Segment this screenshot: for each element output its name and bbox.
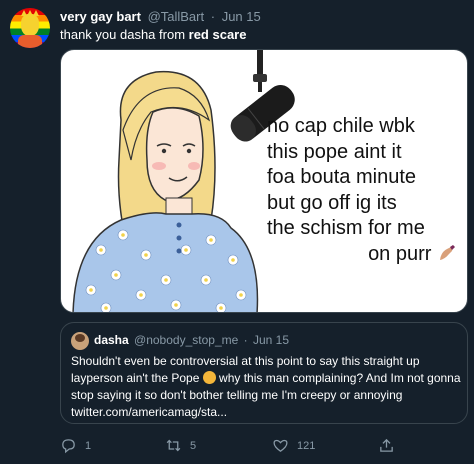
reply-icon [62,439,75,454]
quoted-text: Shouldn't even be controversial at this … [71,353,463,421]
tweet-text-bold: red scare [188,27,247,42]
meme-line: but go off ig its [267,191,397,214]
reply-button[interactable]: 1 [60,437,91,454]
meme-caption: no cap chile wbk this pope aint it foa b… [267,114,457,267]
retweet-button[interactable]: 5 [165,437,196,454]
tweet-text-prefix: thank you dasha from [60,27,189,42]
tweet-header: very gay bart @TallBart · Jun 15 [60,9,261,24]
retweet-icon [166,439,181,452]
handle[interactable]: @TallBart [148,9,205,24]
separator: · [210,9,216,24]
tweet-avatar[interactable] [10,8,50,48]
quoted-separator: · [243,333,248,347]
meme-line: this pope aint it [267,140,402,163]
quoted-handle[interactable]: @nobody_stop_me [134,333,238,347]
share-button[interactable] [378,437,395,454]
reply-count: 1 [85,439,92,452]
like-count: 121 [297,439,316,452]
meme-line: foa bouta minute [267,166,416,188]
quoted-header: dasha @nobody_stop_me · Jun 15 [94,333,289,347]
quoted-avatar[interactable] [71,332,89,350]
girl-illustration [72,70,259,312]
heart-icon [273,439,288,452]
tweet-image[interactable]: no cap chile wbk this pope aint it foa b… [60,49,468,313]
quoted-link[interactable]: twitter.com/americamag/sta... [71,405,227,419]
meme-line: no cap chile wbk [267,115,415,137]
quoted-date[interactable]: Jun 15 [253,333,289,347]
like-button[interactable]: 121 [272,437,315,454]
quoted-tweet[interactable]: dasha @nobody_stop_me · Jun 15 Shouldn't… [60,322,468,424]
retweet-count: 5 [190,439,197,452]
meme-line: the schism for me [267,217,425,239]
meme-line-last: on purr [267,242,457,268]
display-name[interactable]: very gay bart [60,9,141,24]
share-icon [380,438,393,452]
nail-polish-emoji [437,244,457,262]
tweet-date[interactable]: Jun 15 [222,9,261,24]
meme-line: on purr [368,242,432,265]
tweet-text: thank you dasha from red scare [60,27,246,42]
face-emoji [202,371,216,384]
tweet-actions: 1 5 121 [60,437,468,457]
quoted-display-name[interactable]: dasha [94,333,129,347]
